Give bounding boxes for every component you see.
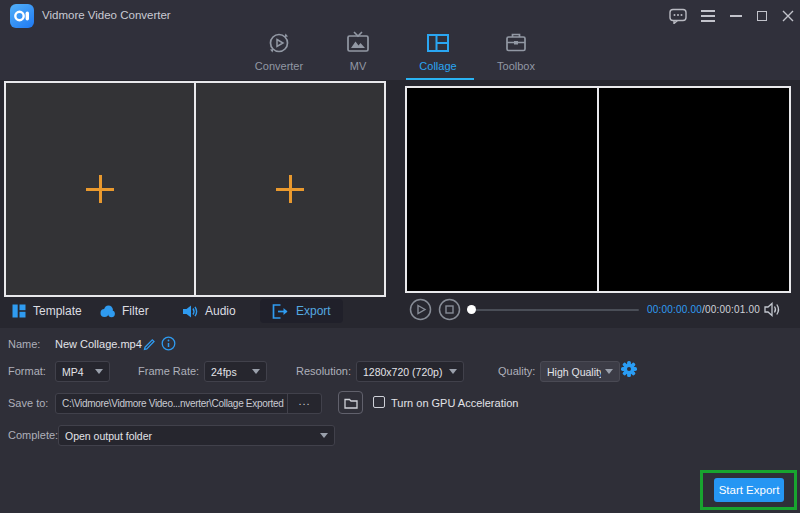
minimize-button[interactable]: [726, 8, 746, 24]
collage-canvas: [4, 81, 386, 297]
export-icon: [272, 304, 289, 319]
chevron-down-icon: [320, 433, 328, 438]
collage-icon: [425, 30, 451, 56]
close-button[interactable]: [778, 8, 798, 24]
save-path-input[interactable]: C:\Vidmore\Vidmore Video...nverter\Colla…: [55, 393, 322, 414]
format-label: Format:: [8, 365, 46, 377]
preview-canvas: [405, 86, 791, 293]
save-to-label: Save to:: [8, 397, 48, 409]
export-settings-panel: Name: New Collage.mp4 Format: MP4 Frame …: [0, 328, 800, 513]
converter-icon: [266, 30, 292, 56]
stop-button[interactable]: [438, 298, 461, 321]
quality-dropdown[interactable]: High Quality: [540, 361, 620, 382]
filter-icon: [100, 305, 115, 318]
add-video-icon: [276, 175, 304, 203]
tab-mv[interactable]: MV: [319, 30, 397, 78]
mv-icon: [345, 30, 371, 56]
frame-rate-dropdown[interactable]: 24fps: [204, 361, 267, 382]
tab-converter[interactable]: Converter: [240, 30, 318, 78]
menu-icon[interactable]: [698, 8, 718, 24]
preview-cell-1: [407, 88, 597, 291]
tab-collage[interactable]: Collage: [399, 30, 477, 78]
name-value: New Collage.mp4: [55, 338, 142, 350]
edit-name-icon[interactable]: [142, 336, 157, 355]
window-title: Vidmore Video Converter: [42, 9, 171, 21]
chevron-down-icon: [95, 369, 103, 374]
resolution-label: Resolution:: [296, 365, 351, 377]
app-logo-icon: [10, 4, 34, 28]
open-folder-button[interactable]: [338, 391, 363, 414]
collage-cell-2[interactable]: [194, 83, 384, 295]
complete-dropdown[interactable]: Open output folder: [58, 425, 335, 446]
preview-cell-2: [597, 88, 789, 291]
play-button[interactable]: [409, 298, 432, 321]
maximize-button[interactable]: [752, 8, 772, 24]
template-icon: [12, 304, 26, 318]
audio-icon: [183, 305, 198, 318]
tab-toolbox[interactable]: Toolbox: [477, 30, 555, 78]
frame-rate-label: Frame Rate:: [138, 365, 199, 377]
gpu-acceleration-label: Turn on GPU Acceleration: [391, 397, 518, 409]
info-icon[interactable]: [161, 336, 176, 355]
quality-label: Quality:: [498, 365, 535, 377]
toolbox-icon: [503, 30, 529, 56]
seek-slider[interactable]: [471, 309, 639, 311]
chevron-down-icon: [449, 369, 457, 374]
add-video-icon: [86, 175, 114, 203]
tab-filter[interactable]: Filter: [100, 299, 149, 323]
volume-icon[interactable]: [764, 302, 782, 317]
name-label: Name:: [8, 338, 40, 350]
tab-audio[interactable]: Audio: [183, 299, 236, 323]
folder-icon: [344, 397, 358, 409]
tab-template[interactable]: Template: [12, 299, 82, 323]
gpu-acceleration-checkbox[interactable]: [373, 396, 385, 408]
complete-label: Complete:: [8, 429, 58, 441]
chevron-down-icon: [605, 369, 613, 374]
gear-icon[interactable]: [620, 360, 638, 382]
chevron-down-icon: [252, 369, 260, 374]
format-dropdown[interactable]: MP4: [55, 361, 110, 382]
titlebar: Vidmore Video Converter C: [0, 0, 800, 80]
seek-slider-thumb[interactable]: [467, 305, 476, 314]
tab-export[interactable]: Export: [260, 299, 343, 323]
feedback-icon[interactable]: [668, 8, 688, 24]
workspace: Template Filter Audio Export: [0, 80, 800, 328]
collage-cell-1[interactable]: [6, 83, 194, 295]
start-export-button[interactable]: Start Export: [714, 478, 784, 502]
resolution-dropdown[interactable]: 1280x720 (720p): [356, 361, 464, 382]
browse-button[interactable]: ...: [287, 394, 321, 413]
time-display: 00:00:00.00/00:00:01.00: [647, 304, 760, 315]
